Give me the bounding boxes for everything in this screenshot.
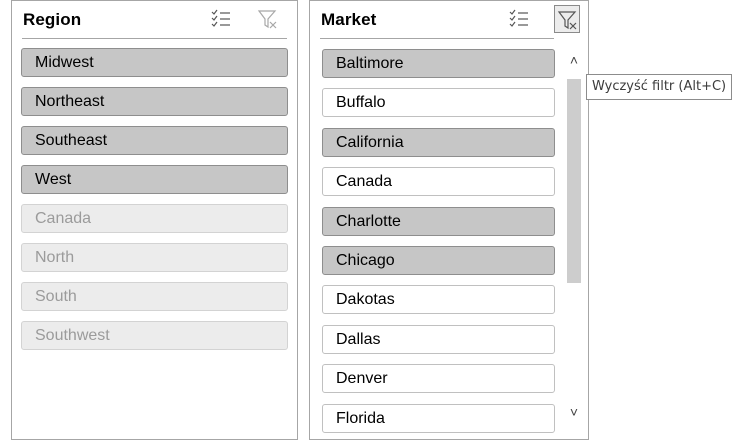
- region-multiselect-button[interactable]: [208, 5, 234, 33]
- region-item[interactable]: Canada: [21, 204, 288, 233]
- clear-filter-icon: [257, 10, 277, 29]
- chevron-up-icon[interactable]: ˄: [563, 49, 585, 71]
- region-item[interactable]: West: [21, 165, 288, 194]
- market-slicer-title: Market: [321, 10, 377, 29]
- market-item[interactable]: Buffalo: [322, 88, 555, 118]
- chevron-down-icon[interactable]: ˅: [563, 401, 585, 423]
- region-item[interactable]: North: [21, 243, 288, 272]
- region-clear-filter-button[interactable]: [255, 5, 281, 33]
- market-item[interactable]: Chicago: [322, 246, 555, 275]
- market-scrollbar[interactable]: ˄ ˅: [563, 47, 585, 427]
- region-slicer: Region Midwest Northeast Southeast West Cana…: [11, 0, 298, 440]
- market-slicer-header: Market: [310, 1, 588, 39]
- market-item[interactable]: Charlotte: [322, 206, 555, 236]
- clear-filter-tooltip: Wyczyść filtr (Alt+C): [586, 74, 733, 100]
- region-slicer-title: Region: [23, 10, 82, 29]
- region-item[interactable]: Northeast: [21, 87, 288, 116]
- market-item[interactable]: Canada: [322, 167, 555, 197]
- market-item[interactable]: Dakotas: [322, 285, 555, 315]
- region-slicer-header: Region: [12, 1, 297, 39]
- market-header-divider: [320, 38, 554, 39]
- region-item[interactable]: Midwest: [21, 48, 288, 77]
- region-item[interactable]: Southwest: [21, 321, 288, 350]
- market-multiselect-button[interactable]: [506, 5, 532, 33]
- market-item[interactable]: Dallas: [322, 324, 555, 354]
- market-slicer: Market Baltimore Buffalo California Canada C…: [309, 0, 589, 440]
- region-header-divider: [22, 38, 287, 39]
- region-item[interactable]: South: [21, 282, 288, 311]
- market-clear-filter-button[interactable]: [554, 5, 580, 33]
- market-item[interactable]: Denver: [322, 364, 555, 394]
- market-item[interactable]: Baltimore: [322, 49, 555, 78]
- region-item[interactable]: Southeast: [21, 126, 288, 155]
- market-item[interactable]: Florida: [322, 403, 555, 433]
- market-item[interactable]: California: [322, 127, 555, 157]
- clear-filter-icon: [557, 11, 577, 30]
- multi-select-icon: [211, 9, 230, 27]
- multi-select-icon: [509, 9, 528, 27]
- scrollbar-thumb[interactable]: [567, 79, 581, 283]
